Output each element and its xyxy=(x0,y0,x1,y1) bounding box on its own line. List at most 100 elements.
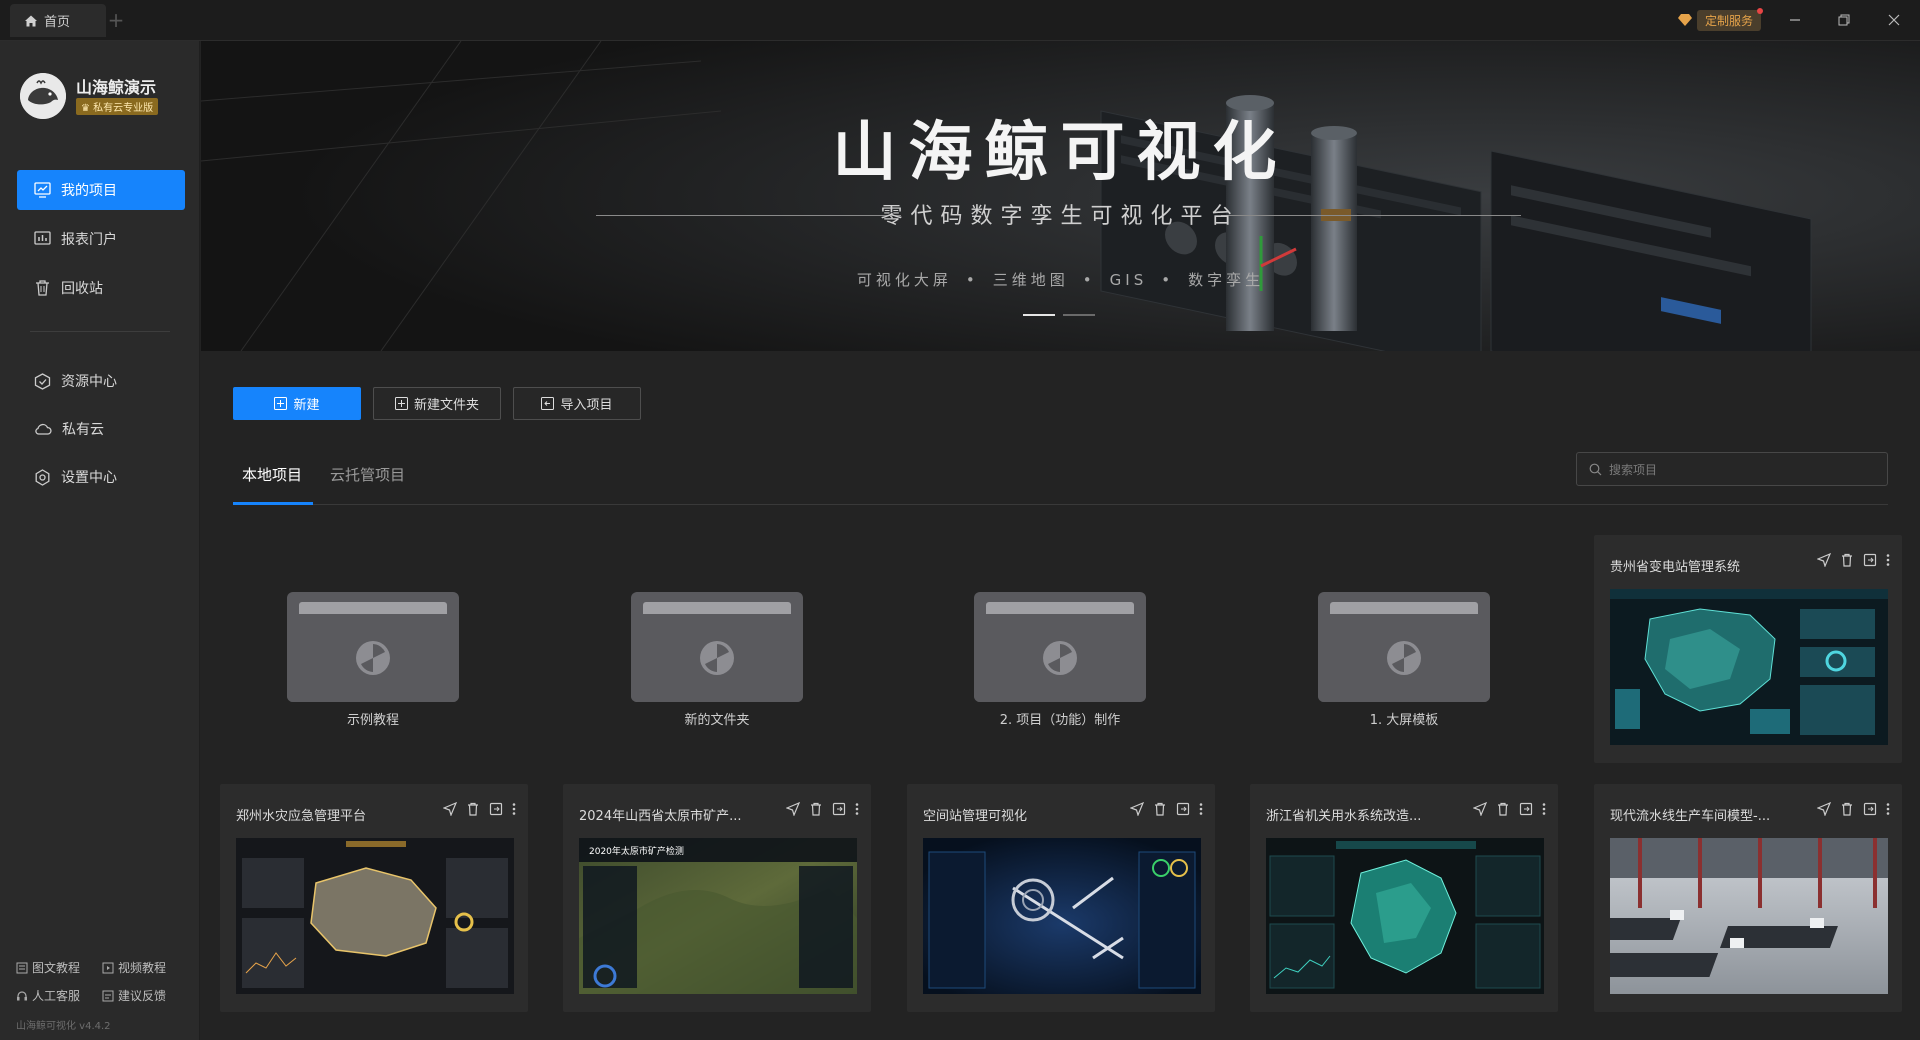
more-icon[interactable] xyxy=(1542,802,1546,816)
custom-service-label: 定制服务 xyxy=(1697,7,1764,31)
trash-icon[interactable] xyxy=(809,802,823,816)
project-card[interactable]: 贵州省变电站管理系统 xyxy=(1594,535,1902,763)
card-actions xyxy=(1817,802,1890,816)
send-icon[interactable] xyxy=(443,802,457,816)
minimize-icon xyxy=(1790,19,1800,21)
export-icon[interactable] xyxy=(1863,553,1877,567)
sidebar-item-label: 资源中心 xyxy=(61,374,117,390)
feedback-link[interactable]: 建议反馈 xyxy=(102,987,166,1004)
video-tutorial-link[interactable]: 视频教程 xyxy=(102,959,166,976)
more-icon[interactable] xyxy=(1886,802,1890,816)
trash-icon[interactable] xyxy=(466,802,480,816)
carousel-dot[interactable] xyxy=(1063,314,1095,316)
video-icon xyxy=(102,962,114,973)
carousel-dot-active[interactable] xyxy=(1023,314,1055,316)
banner-tag: 三维地图 xyxy=(992,271,1069,289)
active-tab-indicator xyxy=(233,502,313,505)
card-actions xyxy=(786,802,859,816)
custom-service-button[interactable]: 定制服务 xyxy=(1678,7,1764,31)
tab-home[interactable]: 首页 xyxy=(10,4,106,37)
sidebar: 山海鲸演示 ♛ 私有云专业版 我的项目 报表门户 回收站 资源中心 私有云 设置… xyxy=(0,41,200,1040)
new-folder-label: 新建文件夹 xyxy=(413,398,479,413)
trash-icon[interactable] xyxy=(1496,802,1510,816)
folder-name: 1. 大屏模板 xyxy=(1369,713,1439,728)
tab-local-projects[interactable]: 本地项目 xyxy=(242,464,302,485)
trash-icon[interactable] xyxy=(1840,802,1854,816)
sidebar-item-resource-center[interactable]: 资源中心 xyxy=(17,361,185,401)
add-tab-button[interactable]: + xyxy=(104,8,128,32)
whale-logo-icon xyxy=(20,73,66,119)
project-title: 郑州水灾应急管理平台 xyxy=(236,809,367,824)
sidebar-item-label: 私有云 xyxy=(62,422,104,438)
cloud-icon xyxy=(35,423,52,435)
banner-tag: GIS xyxy=(1109,271,1148,289)
sidebar-item-my-projects[interactable]: 我的项目 xyxy=(17,170,185,210)
export-icon[interactable] xyxy=(832,802,846,816)
import-icon xyxy=(541,397,555,410)
sidebar-item-private-cloud[interactable]: 私有云 xyxy=(17,409,185,449)
trash-icon[interactable] xyxy=(1840,553,1854,567)
report-icon xyxy=(34,231,51,245)
feedback-label: 建议反馈 xyxy=(118,989,167,1003)
project-card[interactable]: 浙江省机关用水系统改造... xyxy=(1250,784,1558,1012)
export-icon[interactable] xyxy=(1863,802,1877,816)
project-card[interactable]: 现代流水线生产车间模型-... xyxy=(1594,784,1902,1012)
export-icon[interactable] xyxy=(489,802,503,816)
close-icon xyxy=(1888,14,1900,26)
send-icon[interactable] xyxy=(1473,802,1487,816)
project-title: 现代流水线生产车间模型-... xyxy=(1610,809,1771,824)
project-thumbnail xyxy=(236,838,514,994)
avatar[interactable] xyxy=(20,73,66,119)
folder-logo-icon xyxy=(356,641,390,675)
minimize-button[interactable] xyxy=(1775,6,1815,34)
send-icon[interactable] xyxy=(786,802,800,816)
import-project-button[interactable]: 导入项目 xyxy=(513,387,641,420)
more-icon[interactable] xyxy=(1199,802,1203,816)
banner-tag: 数字孪生 xyxy=(1188,271,1265,289)
support-link[interactable]: 人工客服 xyxy=(16,987,80,1004)
project-card[interactable]: 郑州水灾应急管理平台 xyxy=(220,784,528,1012)
hero-banner[interactable]: 山海鲸可视化 零代码数字孪生可视化平台 可视化大屏 • 三维地图 • GIS • 数字孪生 xyxy=(201,41,1920,351)
send-icon[interactable] xyxy=(1130,802,1144,816)
export-icon[interactable] xyxy=(1176,802,1190,816)
support-label: 人工客服 xyxy=(32,989,81,1003)
sidebar-item-label: 设置中心 xyxy=(61,470,117,486)
project-card[interactable]: 空间站管理可视化 xyxy=(907,784,1215,1012)
trash-icon[interactable] xyxy=(1153,802,1167,816)
new-folder-button[interactable]: 新建文件夹 xyxy=(373,387,501,420)
folder-name: 2. 项目（功能）制作 xyxy=(999,713,1121,728)
text-tutorial-link[interactable]: 图文教程 xyxy=(16,959,80,976)
close-button[interactable] xyxy=(1874,6,1914,34)
banner-subtitle: 零代码数字孪生可视化平台 xyxy=(880,204,1241,229)
project-card[interactable]: 2024年山西省太原市矿产... 2020年太原市矿产检测 xyxy=(563,784,871,1012)
card-actions xyxy=(443,802,516,816)
project-thumbnail xyxy=(923,838,1201,994)
gear-icon xyxy=(35,468,50,486)
sidebar-item-recycle-bin[interactable]: 回收站 xyxy=(17,268,185,308)
sidebar-item-label: 报表门户 xyxy=(61,232,117,248)
more-icon[interactable] xyxy=(855,802,859,816)
sidebar-item-report-portal[interactable]: 报表门户 xyxy=(17,219,185,259)
new-button-label: 新建 xyxy=(293,398,320,413)
sidebar-item-label: 我的项目 xyxy=(61,183,117,199)
project-thumbnail xyxy=(1266,838,1544,994)
sidebar-item-settings[interactable]: 设置中心 xyxy=(17,457,185,497)
export-icon[interactable] xyxy=(1519,802,1533,816)
text-tutorial-label: 图文教程 xyxy=(32,961,81,975)
folder-item[interactable]: 示例教程 xyxy=(287,592,459,732)
more-icon[interactable] xyxy=(512,802,516,816)
title-bar: 首页 + 定制服务 xyxy=(0,0,1920,41)
tab-cloud-projects[interactable]: 云托管项目 xyxy=(330,464,405,485)
card-actions xyxy=(1817,553,1890,567)
project-title: 贵州省变电站管理系统 xyxy=(1610,560,1741,575)
new-button[interactable]: 新建 xyxy=(233,387,361,420)
folder-item[interactable]: 2. 项目（功能）制作 xyxy=(974,592,1146,732)
folder-logo-icon xyxy=(1387,641,1421,675)
search-input[interactable]: 搜索项目 xyxy=(1576,452,1888,486)
folder-item[interactable]: 1. 大屏模板 xyxy=(1318,592,1490,732)
folder-item[interactable]: 新的文件夹 xyxy=(631,592,803,732)
more-icon[interactable] xyxy=(1886,553,1890,567)
send-icon[interactable] xyxy=(1817,802,1831,816)
send-icon[interactable] xyxy=(1817,553,1831,567)
restore-button[interactable] xyxy=(1824,6,1864,34)
